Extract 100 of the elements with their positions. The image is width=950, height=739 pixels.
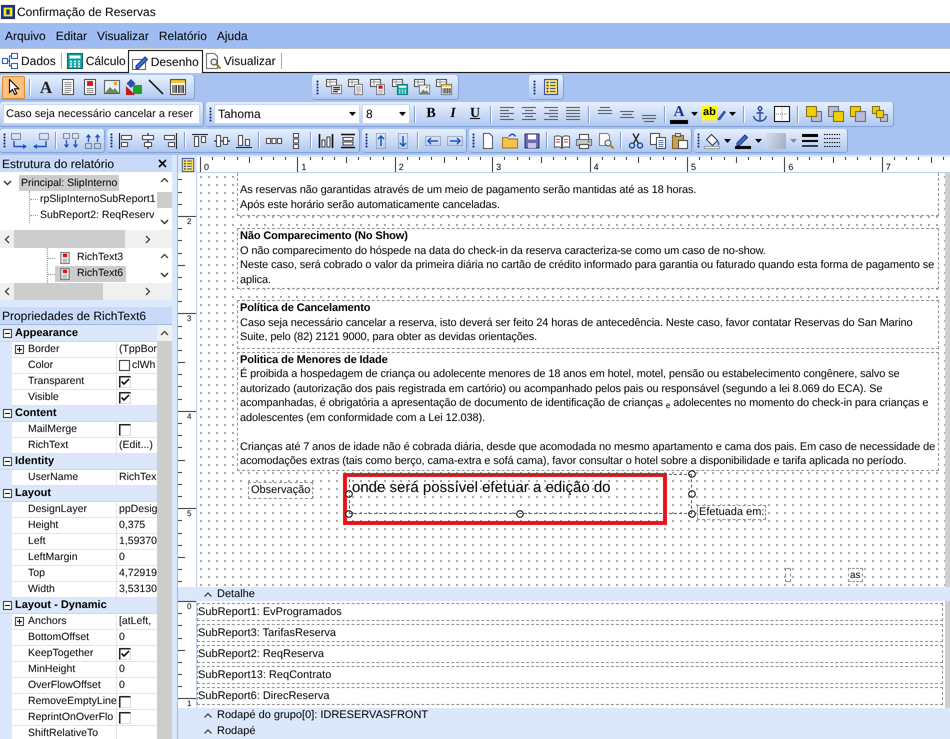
open-book-icon[interactable] (554, 132, 570, 148)
text-block[interactable] (237, 228, 939, 289)
property-row[interactable]: ReprintOnOverFlo (12, 710, 157, 726)
resize-handle[interactable] (345, 490, 353, 498)
bars-between-lines-icon[interactable] (318, 132, 334, 148)
list-panel-icon[interactable] (180, 158, 194, 172)
scroll-up-icon[interactable] (160, 253, 169, 259)
checkbox[interactable] (119, 376, 131, 388)
checkbox[interactable] (119, 648, 131, 660)
tree-item[interactable]: SubReport2: ReqReserv (39, 207, 156, 223)
folder-icon[interactable] (502, 132, 518, 148)
tree-item[interactable]: RichText6 (55, 266, 126, 282)
rich-text-component[interactable]: onde será possível efetuar a edição do (349, 474, 692, 514)
dropdown-arrow-icon[interactable] (755, 138, 762, 142)
scrollbar-thumb[interactable] (14, 230, 125, 248)
paint-bucket-icon[interactable] (704, 132, 720, 148)
dotted-box-arrow-icon[interactable] (33, 132, 49, 148)
subreport-component[interactable]: SubReport13: ReqContrato (197, 666, 943, 684)
resize-handle[interactable] (688, 490, 696, 498)
tool-button[interactable] (2, 76, 25, 98)
collapse-box-icon[interactable] (3, 601, 12, 610)
dotted-square-icon[interactable] (774, 106, 790, 122)
resize-handle[interactable] (345, 510, 353, 518)
scroll-right-icon[interactable] (145, 287, 151, 296)
scroll-up-icon[interactable] (160, 177, 169, 183)
dashed-lines-icon[interactable] (824, 132, 840, 148)
pen-icon[interactable] (735, 132, 751, 148)
tab[interactable]: Desenho (128, 50, 203, 73)
chevron-down-icon[interactable] (3, 180, 12, 186)
printer-icon[interactable] (576, 132, 592, 148)
table-text-icon[interactable] (326, 79, 342, 95)
text-block[interactable] (237, 352, 939, 470)
scissors-icon[interactable] (628, 132, 644, 148)
dotted-boxes-arrows-icon[interactable] (85, 132, 101, 148)
highlight-button[interactable]: ab (702, 106, 717, 122)
align-right-icon[interactable] (543, 106, 559, 122)
property-row[interactable]: Top 4,72919 (12, 566, 157, 582)
dropdown-arrow-icon[interactable] (728, 112, 736, 116)
expand-box-icon[interactable] (15, 617, 24, 626)
grip-icon[interactable] (209, 106, 212, 122)
dropdown-arrow-icon[interactable] (399, 112, 406, 116)
list-panel-icon[interactable] (543, 79, 559, 95)
save-icon[interactable] (524, 132, 540, 148)
scroll-up-icon[interactable] (160, 330, 169, 336)
tree-item[interactable]: RichText3 (55, 250, 126, 266)
table-picture-icon[interactable] (414, 79, 430, 95)
checkbox[interactable] (119, 696, 131, 708)
grip-icon[interactable] (316, 80, 319, 94)
scroll-down-icon[interactable] (160, 272, 169, 278)
subreport-component[interactable]: SubReport6: DirecReserva (197, 687, 943, 705)
horizontal-scrollbar[interactable] (0, 283, 172, 300)
shapes-icon[interactable] (126, 79, 142, 95)
bold-button[interactable]: B (420, 104, 442, 124)
text-input-field[interactable]: Caso seja necessário cancelar a reser (3, 104, 200, 124)
stacked-squares-icon[interactable] (850, 106, 866, 122)
property-row[interactable]: OverFlowOffset 0 (12, 678, 157, 694)
subreport-component[interactable]: SubReport1: EvProgramados (197, 603, 943, 621)
grip-icon[interactable] (110, 133, 113, 148)
caret-up-icon[interactable] (204, 592, 212, 596)
property-row[interactable]: RemoveEmptyLine (12, 694, 157, 710)
tab[interactable]: Dados (0, 50, 58, 72)
grip-icon[interactable] (3, 133, 6, 148)
align-left-edges-icon[interactable] (118, 132, 134, 148)
menu-item[interactable]: Visualizar (97, 26, 149, 44)
label-tool-button[interactable]: A (35, 76, 57, 98)
underline-button[interactable]: U (464, 104, 486, 124)
picture-icon[interactable] (104, 79, 120, 95)
arrow-down-icon[interactable] (395, 132, 411, 148)
bars-between-rules-icon[interactable] (340, 132, 356, 148)
collapse-box-icon[interactable] (3, 329, 12, 338)
close-icon[interactable] (158, 159, 167, 168)
collapse-box-icon[interactable] (3, 457, 12, 466)
scroll-right-icon[interactable] (145, 234, 151, 244)
property-row[interactable]: LeftMargin 0 (12, 550, 157, 566)
tree-item[interactable]: rpSlipInternoSubReport1 (39, 191, 157, 207)
property-row[interactable]: Color clWh (12, 358, 157, 374)
checkbox[interactable] (119, 424, 131, 436)
property-row[interactable]: UserName RichTex (12, 470, 157, 486)
print-preview-icon[interactable] (598, 132, 614, 148)
menu-item[interactable]: Relatório (158, 26, 207, 44)
scrollbar-thumb[interactable] (14, 283, 103, 300)
font-color-button[interactable]: A (670, 104, 688, 124)
horizontal-scrollbar[interactable] (0, 230, 172, 248)
property-row[interactable]: Visible (12, 390, 157, 406)
resize-handle[interactable] (688, 470, 696, 478)
tree-item[interactable]: Principal: SlipInterno (19, 175, 120, 191)
menu-item[interactable]: Editar (56, 26, 88, 44)
expand-box-icon[interactable] (15, 345, 24, 354)
dropdown-arrow-icon[interactable] (724, 138, 731, 142)
date-label[interactable]: Efetuada em: (697, 505, 766, 520)
property-row[interactable]: MailMerge (12, 422, 157, 438)
copy-icon[interactable] (650, 132, 666, 148)
align-middles-icon[interactable] (214, 132, 230, 148)
justify-icon[interactable] (565, 106, 581, 122)
resize-handle[interactable] (688, 510, 696, 518)
subreport-component[interactable]: SubReport2: ReqReserva (197, 645, 943, 663)
caret-up-icon[interactable] (204, 728, 212, 734)
observation-label[interactable]: Observação (248, 482, 314, 499)
font-size-combobox[interactable]: 8 (362, 104, 410, 124)
dotted-box-arrow-icon[interactable] (11, 132, 27, 148)
